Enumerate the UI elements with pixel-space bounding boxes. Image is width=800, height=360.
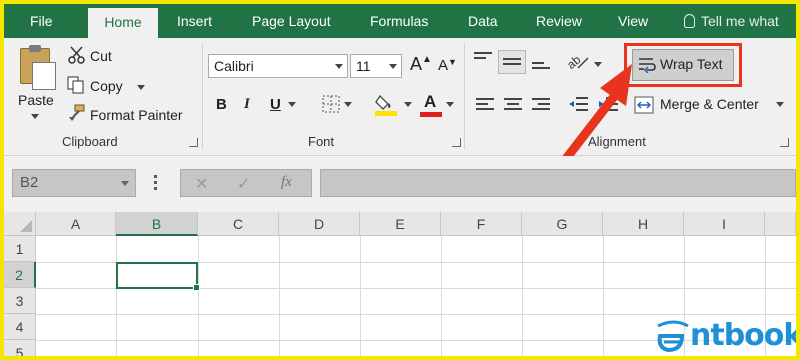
fill-color-icon[interactable] [374,92,398,116]
ribbon-tab-bar: File Home Insert Page Layout Formulas Da… [4,4,796,38]
tell-me-search[interactable]: Tell me what [684,4,779,38]
clipboard-launcher-icon[interactable] [189,138,198,147]
grow-font-label: A [410,54,423,74]
chevron-down-icon [121,181,129,186]
row-header-4[interactable]: 4 [4,314,36,340]
fill-dropdown-icon[interactable] [404,102,412,108]
tab-page-layout[interactable]: Page Layout [252,4,331,38]
group-divider [202,44,203,150]
borders-dropdown-icon[interactable] [344,102,352,108]
cut-label: Cut [90,48,112,64]
lightbulb-icon [684,14,695,28]
tab-review[interactable]: Review [536,4,582,38]
paste-sheet-icon [32,62,56,90]
shrink-font-button[interactable]: A▼ [438,57,457,74]
row-header-2[interactable]: 2 [4,262,36,288]
enter-icon[interactable]: ✓ [237,174,250,194]
gridline [36,314,796,315]
top-align-icon[interactable] [474,52,492,62]
font-color-letter: A [424,92,437,111]
grow-font-button[interactable]: A▲ [410,54,432,75]
alignment-launcher-icon[interactable] [780,138,789,147]
watermark-text: ntbook [690,318,800,353]
insert-function-icon[interactable]: fx [281,174,292,191]
column-header-i[interactable]: I [684,212,765,236]
formula-input[interactable] [320,169,796,197]
borders-icon[interactable] [322,95,340,113]
paste-label: Paste [18,92,54,108]
shrink-font-label: A [438,57,449,74]
tell-me-label: Tell me what [701,13,779,29]
underline-dropdown-icon[interactable] [288,102,296,108]
tab-file[interactable]: File [30,4,53,38]
column-header-c[interactable]: C [198,212,279,236]
copy-dropdown-icon [137,85,145,90]
column-header-g[interactable]: G [522,212,603,236]
gridline [279,236,280,356]
gridline [116,236,117,356]
font-size-dropdown[interactable]: 11 [350,54,402,78]
row-header-5[interactable]: 5 [4,340,36,356]
font-name-dropdown[interactable]: Calibri [208,54,348,78]
format-painter-label: Format Painter [90,107,183,123]
tab-insert[interactable]: Insert [177,4,212,38]
paste-dropdown-icon [31,114,39,119]
excel-window: File Home Insert Page Layout Formulas Da… [0,0,800,360]
align-center-icon[interactable] [504,98,522,113]
name-box-value: B2 [20,174,39,191]
formula-bar-area: B2 ✕ ✓ fx [4,156,796,212]
column-header-a[interactable]: A [36,212,116,236]
gridline [360,236,361,356]
wrap-text-button[interactable]: Wrap Text [632,49,734,81]
gridline [441,236,442,356]
gridline [603,236,604,356]
column-header-f[interactable]: F [441,212,522,236]
column-header-d[interactable]: D [279,212,360,236]
group-divider [464,44,465,150]
tab-view[interactable]: View [618,4,648,38]
caret-up-icon: ▲ [422,54,432,65]
merge-dropdown-icon [776,102,784,107]
bold-button[interactable]: B [216,96,227,113]
select-all-button[interactable] [4,212,36,236]
chevron-down-icon [385,55,401,77]
font-group-label: Font [308,134,335,149]
font-color-swatch [420,112,442,117]
tab-formulas[interactable]: Formulas [370,4,428,38]
chevron-down-icon [331,55,347,77]
align-left-icon[interactable] [476,98,494,113]
caret-down-icon: ▼ [448,57,457,67]
row-header-1[interactable]: 1 [4,236,36,262]
column-header-e[interactable]: E [360,212,441,236]
clipboard-group-label: Clipboard [62,134,118,149]
selected-cell-b2[interactable] [116,262,200,291]
gridline [522,236,523,356]
column-header-partial[interactable] [765,212,796,236]
wrap-text-label: Wrap Text [660,56,723,72]
ntbook-logo-icon [657,320,689,353]
gridline [198,236,199,356]
copy-label: Copy [90,78,123,94]
cancel-icon[interactable]: ✕ [195,174,208,194]
tab-data[interactable]: Data [468,4,498,38]
column-header-h[interactable]: H [603,212,684,236]
formula-buttons: ✕ ✓ fx [180,169,312,197]
tab-home[interactable]: Home [88,8,158,38]
merge-center-label: Merge & Center [660,96,759,112]
copy-icon [67,76,84,94]
name-box[interactable]: B2 [12,169,136,197]
column-header-b[interactable]: B [116,212,198,236]
row-header-3[interactable]: 3 [4,288,36,314]
drag-handle-icon[interactable] [154,175,157,191]
paintbrush-icon [69,104,85,121]
underline-button[interactable]: U [270,96,281,113]
scissors-icon [68,46,85,64]
font-name-value: Calibri [214,58,254,74]
middle-align-icon [503,58,521,68]
italic-button[interactable]: I [244,96,250,113]
font-color-dropdown-icon[interactable] [446,102,454,108]
ribbon-home: Paste Cut Copy Format Painter Clipboard … [4,38,796,156]
font-size-value: 11 [356,58,371,74]
font-launcher-icon[interactable] [452,138,461,147]
